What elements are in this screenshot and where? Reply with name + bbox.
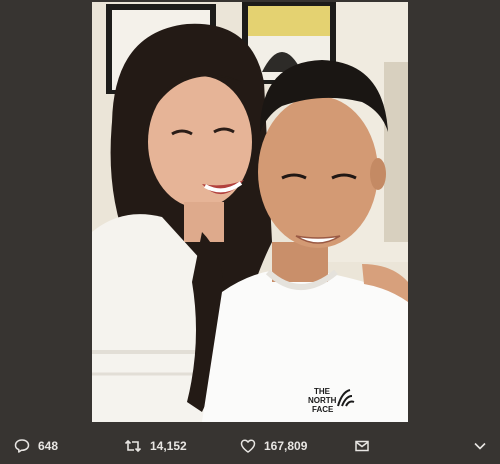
tweet-photo[interactable]: THE NORTH FACE: [92, 2, 408, 422]
retweet-count: 14,152: [150, 439, 187, 453]
tweet-media-viewer: THE NORTH FACE 648 14,152 167,809: [0, 0, 500, 464]
retweet-button[interactable]: 14,152: [124, 436, 187, 456]
direct-message-button[interactable]: [354, 436, 370, 456]
tweet-action-bar: 648 14,152 167,809: [0, 428, 500, 464]
reply-button[interactable]: 648: [14, 436, 58, 456]
shirt-logo-line1: THE: [314, 387, 331, 396]
like-button[interactable]: 167,809: [240, 436, 307, 456]
comment-bubble-icon: [14, 438, 30, 454]
retweet-arrows-icon: [124, 438, 142, 454]
heart-outline-icon: [240, 438, 256, 454]
reply-count: 648: [38, 439, 59, 453]
like-count: 167,809: [264, 439, 308, 453]
chevron-down-icon: [472, 438, 488, 454]
more-options-button[interactable]: [472, 436, 488, 456]
shirt-logo-line3: FACE: [312, 405, 334, 414]
photo-illustration: THE NORTH FACE: [92, 2, 408, 422]
envelope-icon: [354, 438, 370, 454]
shirt-logo-line2: NORTH: [308, 396, 337, 405]
